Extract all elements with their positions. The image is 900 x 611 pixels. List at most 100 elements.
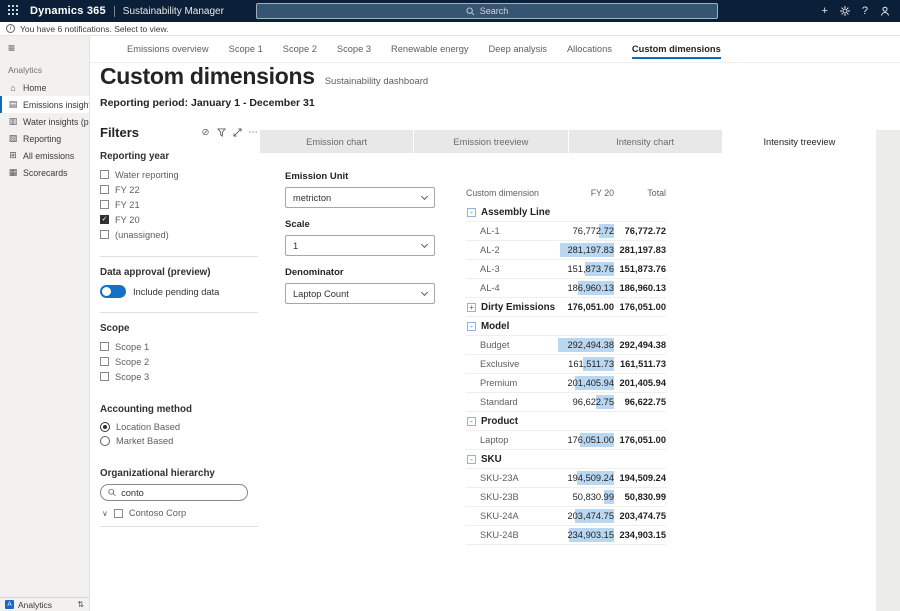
checkbox-box[interactable] — [100, 372, 109, 381]
checkbox-box[interactable] — [100, 230, 109, 239]
matrix-row[interactable]: SKU-23B50,830.9950,830.99 — [466, 488, 666, 507]
control-dropdown[interactable]: metricton — [285, 187, 435, 208]
matrix-row[interactable]: AL-3151,873.76151,873.76 — [466, 260, 666, 279]
matrix-row[interactable]: Laptop176,051.00176,051.00 — [466, 431, 666, 450]
sidebar-item-emissions-insights[interactable]: ▤Emissions insights — [0, 96, 89, 113]
matrix-row[interactable]: AL-4186,960.13186,960.13 — [466, 279, 666, 298]
matrix-row[interactable]: AL-2281,197.83281,197.83 — [466, 241, 666, 260]
filter-option-fy-20[interactable]: ✓FY 20 — [100, 212, 258, 227]
global-search-box[interactable]: Search — [256, 3, 718, 19]
filter-option-unassigned[interactable]: (unassigned) — [100, 227, 258, 242]
expand-icon[interactable]: + — [467, 303, 476, 312]
nav-tab-allocations[interactable]: Allocations — [557, 36, 622, 62]
tab-intensity-treeview[interactable]: Intensity treeview — [723, 130, 876, 153]
checkbox-box[interactable] — [100, 185, 109, 194]
filter-option-fy-22[interactable]: FY 22 — [100, 182, 258, 197]
nav-tab-emissions-overview[interactable]: Emissions overview — [117, 36, 219, 62]
sidebar-items: ⌂Home▤Emissions insights▥Water insights … — [0, 79, 89, 181]
nav-tab-custom-dimensions[interactable]: Custom dimensions — [622, 36, 731, 62]
matrix-row[interactable]: Standard96,622.7596,622.75 — [466, 393, 666, 412]
checkbox-box[interactable] — [100, 170, 109, 179]
total-cell: 176,051.00 — [614, 435, 666, 445]
reporting-year-options: Water reportingFY 22FY 21✓FY 20(unassign… — [100, 167, 258, 242]
more-options-icon[interactable]: ⋯ — [249, 127, 259, 138]
intensity-matrix: Custom dimension FY 20 Total -Assembly L… — [466, 183, 666, 545]
control-dropdown[interactable]: Laptop Count — [285, 283, 435, 304]
notification-bar[interactable]: i You have 6 notifications. Select to vi… — [0, 22, 900, 36]
row-label: Budget — [466, 340, 509, 350]
area-label: Analytics — [18, 600, 52, 610]
row-label-cell: AL-2 — [466, 245, 558, 255]
matrix-group-row[interactable]: -SKU — [466, 450, 666, 469]
nav-tab-scope-1[interactable]: Scope 1 — [219, 36, 273, 62]
nav-tab-scope-3[interactable]: Scope 3 — [327, 36, 381, 62]
app-launcher-icon[interactable] — [8, 5, 20, 17]
area-switcher-icon[interactable]: ⇅ — [77, 600, 84, 609]
sidebar-item-label: Home — [23, 83, 46, 93]
filter-funnel-icon[interactable] — [217, 128, 226, 137]
matrix-group-row[interactable]: +Dirty Emissions176,051.00176,051.00 — [466, 298, 666, 317]
org-hierarchy-search[interactable] — [100, 484, 248, 501]
collapse-icon[interactable]: - — [467, 455, 476, 464]
tab-intensity-chart[interactable]: Intensity chart — [569, 130, 722, 153]
matrix-row[interactable]: AL-176,772.7276,772.72 — [466, 222, 666, 241]
nav-tab-deep-analysis[interactable]: Deep analysis — [479, 36, 557, 62]
hamburger-menu-icon[interactable]: ≡ — [0, 36, 89, 58]
chevron-down-icon[interactable]: ∨ — [102, 509, 108, 518]
sidebar-footer[interactable]: A Analytics ⇅ — [0, 597, 89, 611]
control-dropdown[interactable]: 1 — [285, 235, 435, 256]
clear-filter-icon[interactable]: ⊘ — [202, 127, 210, 138]
sidebar-item-water-insights-previ[interactable]: ▥Water insights (previ... — [0, 113, 89, 130]
sidebar-item-scorecards[interactable]: ▦Scorecards — [0, 164, 89, 181]
tab-emission-treeview[interactable]: Emission treeview — [414, 130, 567, 153]
filter-option-scope-1[interactable]: Scope 1 — [100, 339, 258, 354]
radio-option-market-based[interactable]: Market Based — [100, 434, 258, 448]
radio-option-location-based[interactable]: Location Based — [100, 420, 258, 434]
matrix-row[interactable]: SKU-24B234,903.15234,903.15 — [466, 526, 666, 545]
matrix-row[interactable]: Premium201,405.94201,405.94 — [466, 374, 666, 393]
checkbox-box[interactable]: ✓ — [100, 215, 109, 224]
column-header: Custom dimension — [466, 188, 558, 198]
include-pending-row: Include pending data — [100, 285, 258, 298]
radio-button[interactable] — [100, 436, 110, 446]
sidebar-item-label: All emissions — [23, 151, 74, 161]
filter-option-scope-3[interactable]: Scope 3 — [100, 369, 258, 384]
matrix-row[interactable]: Budget292,494.38292,494.38 — [466, 336, 666, 355]
checkbox-box[interactable] — [100, 342, 109, 351]
radio-button[interactable] — [100, 422, 110, 432]
expand-icon[interactable] — [233, 128, 242, 137]
collapse-icon[interactable]: - — [467, 417, 476, 426]
sidebar-item-home[interactable]: ⌂Home — [0, 79, 89, 96]
matrix-row[interactable]: SKU-23A194,509.24194,509.24 — [466, 469, 666, 488]
matrix-group-row[interactable]: -Product — [466, 412, 666, 431]
app-name[interactable]: Sustainability Manager — [123, 6, 224, 17]
filter-option-scope-2[interactable]: Scope 2 — [100, 354, 258, 369]
checkbox-box[interactable] — [100, 200, 109, 209]
total-cell: 161,511.73 — [614, 359, 666, 369]
include-pending-toggle[interactable] — [100, 285, 126, 298]
collapse-icon[interactable]: - — [467, 208, 476, 217]
matrix-group-row[interactable]: -Model — [466, 317, 666, 336]
account-person-icon[interactable] — [880, 6, 890, 16]
brand-name[interactable]: Dynamics 365 — [30, 5, 106, 17]
help-icon[interactable]: ? — [862, 5, 868, 17]
org-search-input[interactable] — [121, 488, 240, 498]
sidebar-item-reporting[interactable]: ▧Reporting — [0, 130, 89, 147]
filter-option-fy-21[interactable]: FY 21 — [100, 197, 258, 212]
group-label: Assembly Line — [481, 207, 550, 218]
matrix-group-row[interactable]: -Assembly Line — [466, 203, 666, 222]
matrix-row[interactable]: Exclusive161,511.73161,511.73 — [466, 355, 666, 374]
collapse-icon[interactable]: - — [467, 322, 476, 331]
nav-tab-scope-2[interactable]: Scope 2 — [273, 36, 327, 62]
nav-tab-renewable-energy[interactable]: Renewable energy — [381, 36, 479, 62]
sidebar-item-all-emissions[interactable]: ⊞All emissions — [0, 147, 89, 164]
org-tree-item[interactable]: ∨ Contoso Corp — [102, 508, 258, 518]
gear-icon[interactable] — [840, 6, 850, 16]
filter-option-water-reporting[interactable]: Water reporting — [100, 167, 258, 182]
checkbox-box[interactable] — [114, 509, 123, 518]
tab-emission-chart[interactable]: Emission chart — [260, 130, 413, 153]
checkbox-box[interactable] — [100, 357, 109, 366]
control-emission-unit: Emission Unitmetricton — [285, 171, 435, 208]
add-icon[interactable]: + — [821, 5, 827, 17]
matrix-row[interactable]: SKU-24A203,474.75203,474.75 — [466, 507, 666, 526]
